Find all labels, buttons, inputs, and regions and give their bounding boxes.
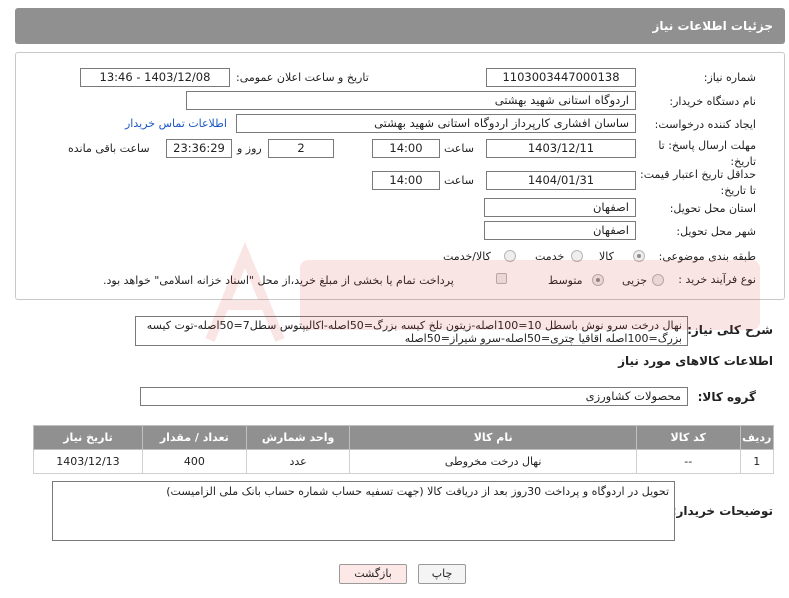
col-unit-header: واحد شمارش — [245, 425, 351, 450]
creator-field: ساسان افشاری کارپرداز اردوگاه استانی شهی… — [236, 114, 636, 133]
validity-label: حداقل تاریخ اعتبار قیمت: تا تاریخ: — [640, 168, 756, 197]
cell-unit: عدد — [245, 449, 351, 474]
province-label: استان محل تحویل: — [669, 202, 756, 215]
need-number-label: شماره نیاز: — [703, 71, 756, 84]
goods-table: ردیف کد کالا نام کالا واحد شمارش تعداد /… — [33, 425, 775, 474]
cell-quantity: 400 — [141, 449, 247, 474]
cell-code: -- — [635, 449, 741, 474]
buyer-notes-area: تحویل در اردوگاه و پرداخت 30روز بعد از د… — [52, 481, 675, 541]
process-radio-minor[interactable] — [652, 274, 664, 286]
buyer-notes-label: توضیحات خریدار: — [671, 504, 773, 518]
days-remaining-field: 2 — [268, 139, 334, 158]
remaining-time-field: 23:36:29 — [166, 139, 232, 158]
cell-date: 1403/12/13 — [33, 449, 143, 474]
validity-time-label: ساعت — [444, 174, 474, 187]
days-label: روز و — [237, 142, 262, 155]
col-row-header: ردیف — [739, 425, 775, 450]
announce-label: تاریخ و ساعت اعلان عمومی: — [236, 71, 369, 84]
validity-date-field: 1404/01/31 — [486, 171, 636, 190]
city-label: شهر محل تحویل: — [676, 225, 756, 238]
deadline-date-field: 1403/12/11 — [486, 139, 636, 158]
goods-group-label: گروه کالا: — [697, 390, 756, 404]
col-date-header: تاریخ نیاز — [33, 425, 143, 450]
treasury-payment-checkbox[interactable] — [496, 273, 507, 284]
category-radio-service[interactable] — [571, 250, 583, 262]
category-radio-goods[interactable] — [633, 250, 645, 262]
process-option-minor: جزیی — [622, 274, 648, 287]
goods-table-header: ردیف کد کالا نام کالا واحد شمارش تعداد /… — [33, 425, 775, 450]
province-field: اصفهان — [484, 198, 636, 217]
buyer-contact-link[interactable]: اطلاعات تماس خریدار — [125, 117, 227, 130]
page-header: جزئیات اطلاعات نیاز — [15, 8, 785, 44]
creator-label: ایجاد کننده درخواست: — [654, 118, 756, 131]
process-radio-medium[interactable] — [592, 274, 604, 286]
category-option-goods-service: کالا/خدمت — [443, 250, 491, 263]
category-option-goods: کالا — [599, 250, 614, 263]
process-option-medium: متوسط — [548, 274, 583, 287]
cell-row: 1 — [739, 449, 775, 474]
category-option-service: خدمت — [535, 250, 565, 263]
process-label: نوع فرآیند خرید : — [678, 273, 756, 286]
back-button[interactable]: بازگشت — [339, 564, 407, 584]
goods-group-field: محصولات کشاورزی — [140, 387, 688, 406]
deadline-time-label: ساعت — [444, 142, 474, 155]
need-number-field: 1103003447000138 — [486, 68, 636, 87]
treasury-payment-note: پرداخت تمام یا بخشی از مبلغ خرید،از محل … — [103, 274, 454, 287]
summary-text-area: نهال درخت سرو نوش باسطل 10=100اصله-زیتون… — [135, 316, 688, 346]
buyer-org-label: نام دستگاه خریدار: — [669, 95, 756, 108]
category-label: طبقه بندی موضوعی: — [658, 250, 756, 263]
buyer-org-field: اردوگاه استانی شهید بهشتی — [186, 91, 636, 110]
deadline-label: مهلت ارسال پاسخ: تا تاریخ: — [658, 139, 756, 168]
table-row: 1 -- نهال درخت مخروطی عدد 400 1403/12/13 — [33, 449, 775, 474]
page-title: جزئیات اطلاعات نیاز — [652, 19, 773, 33]
city-field: اصفهان — [484, 221, 636, 240]
summary-label: شرح کلی نیاز: — [687, 323, 773, 337]
col-name-header: نام کالا — [349, 425, 637, 450]
print-button[interactable]: چاپ — [418, 564, 466, 584]
col-code-header: کد کالا — [635, 425, 741, 450]
deadline-time-field: 14:00 — [372, 139, 440, 158]
col-quantity-header: تعداد / مقدار — [141, 425, 247, 450]
category-radio-goods-service[interactable] — [504, 250, 516, 262]
announce-datetime-field: 1403/12/08 - 13:46 — [80, 68, 230, 87]
validity-time-field: 14:00 — [372, 171, 440, 190]
goods-section-title: اطلاعات کالاهای مورد نیاز — [618, 354, 773, 368]
cell-name: نهال درخت مخروطی — [349, 449, 637, 474]
remaining-label: ساعت باقی مانده — [68, 142, 150, 155]
